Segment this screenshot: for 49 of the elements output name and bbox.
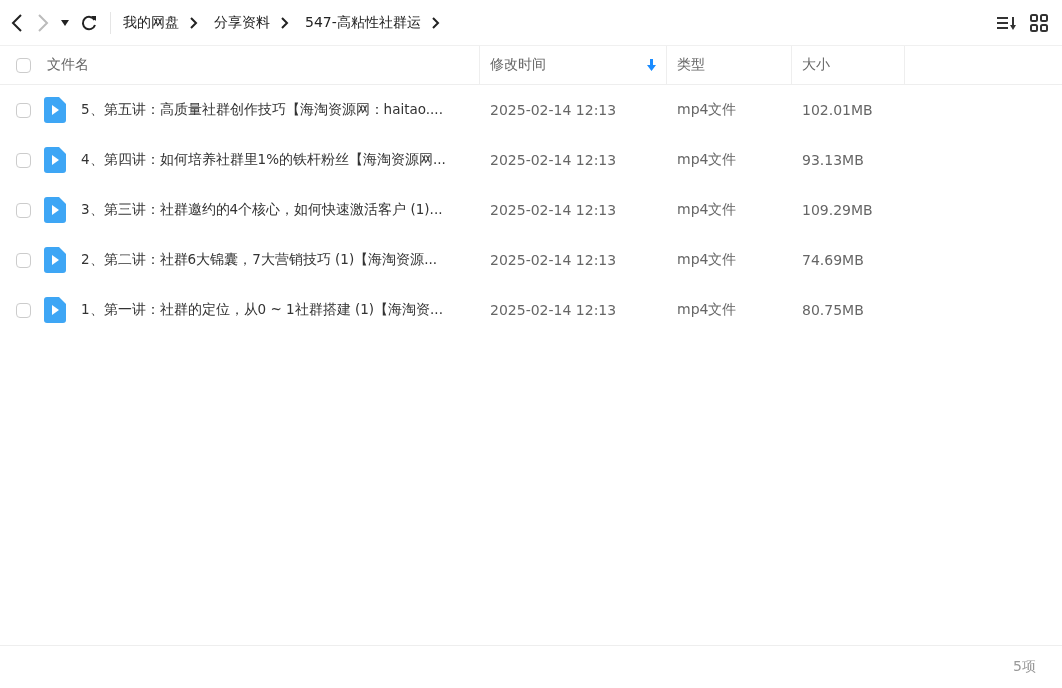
column-header[interactable]: 类型 <box>667 46 792 84</box>
sort-icon <box>996 14 1018 31</box>
chevron-right-icon <box>189 15 198 30</box>
file-name[interactable]: 4、第四讲：如何培养社群里1%的铁杆粉丝【海淘资源网... <box>81 151 446 169</box>
file-size: 93.13MB <box>801 152 865 168</box>
file-type: mp4文件 <box>676 101 738 119</box>
row-checkbox[interactable] <box>15 302 31 318</box>
file-size: 109.29MB <box>801 202 874 218</box>
file-type: mp4文件 <box>676 251 738 269</box>
chevron-left-icon <box>10 12 24 33</box>
breadcrumb-link[interactable]: 我的网盘 <box>123 13 179 32</box>
file-type: mp4文件 <box>676 151 738 169</box>
file-name[interactable]: 1、第一讲：社群的定位，从0 ~ 1社群搭建 (1)【海淘资... <box>81 301 443 319</box>
file-type: mp4文件 <box>676 301 738 319</box>
file-name[interactable]: 3、第三讲：社群邀约的4个核心，如何快速激活客户 (1)... <box>81 201 443 219</box>
chevron-right-icon <box>280 15 289 30</box>
chevron-right-icon <box>36 12 50 33</box>
file-type: mp4文件 <box>676 201 738 219</box>
breadcrumb-link[interactable]: 547-高粘性社群运 <box>305 13 421 32</box>
file-size: 102.01MB <box>801 102 874 118</box>
file-size: 80.75MB <box>801 302 865 318</box>
row-checkbox[interactable] <box>15 202 31 218</box>
grid-icon <box>1030 13 1048 32</box>
column-header[interactable]: 文件名 <box>42 46 480 84</box>
modified-time: 2025-02-14 12:13 <box>489 302 618 318</box>
video-file-icon <box>44 247 66 273</box>
select-all-checkbox[interactable] <box>15 57 31 73</box>
file-size: 74.69MB <box>801 252 865 268</box>
video-file-icon <box>44 197 66 223</box>
column-header[interactable]: 修改时间 <box>480 46 667 84</box>
chevron-right-icon <box>430 15 440 30</box>
sort-down-arrow-icon <box>647 59 656 71</box>
modified-time: 2025-02-14 12:13 <box>489 152 618 168</box>
video-file-icon <box>44 97 66 123</box>
row-checkbox[interactable] <box>15 252 31 268</box>
modified-time: 2025-02-14 12:13 <box>489 102 618 118</box>
video-file-icon <box>44 297 66 323</box>
refresh-icon <box>80 13 98 32</box>
file-name[interactable]: 5、第五讲：高质量社群创作技巧【海淘资源网：haitao.... <box>81 101 443 119</box>
caret-down-icon <box>60 18 70 27</box>
row-checkbox[interactable] <box>15 102 31 118</box>
column-header[interactable]: 大小 <box>792 46 905 84</box>
modified-time: 2025-02-14 12:13 <box>489 202 618 218</box>
row-checkbox[interactable] <box>15 152 31 168</box>
video-file-icon <box>44 147 66 173</box>
modified-time: 2025-02-14 12:13 <box>489 252 618 268</box>
breadcrumb-link[interactable]: 分享资料 <box>214 13 270 32</box>
item-count: 5项 <box>1013 658 1036 676</box>
file-name[interactable]: 2、第二讲：社群6大锦囊，7大营销技巧 (1)【海淘资源... <box>81 251 438 269</box>
